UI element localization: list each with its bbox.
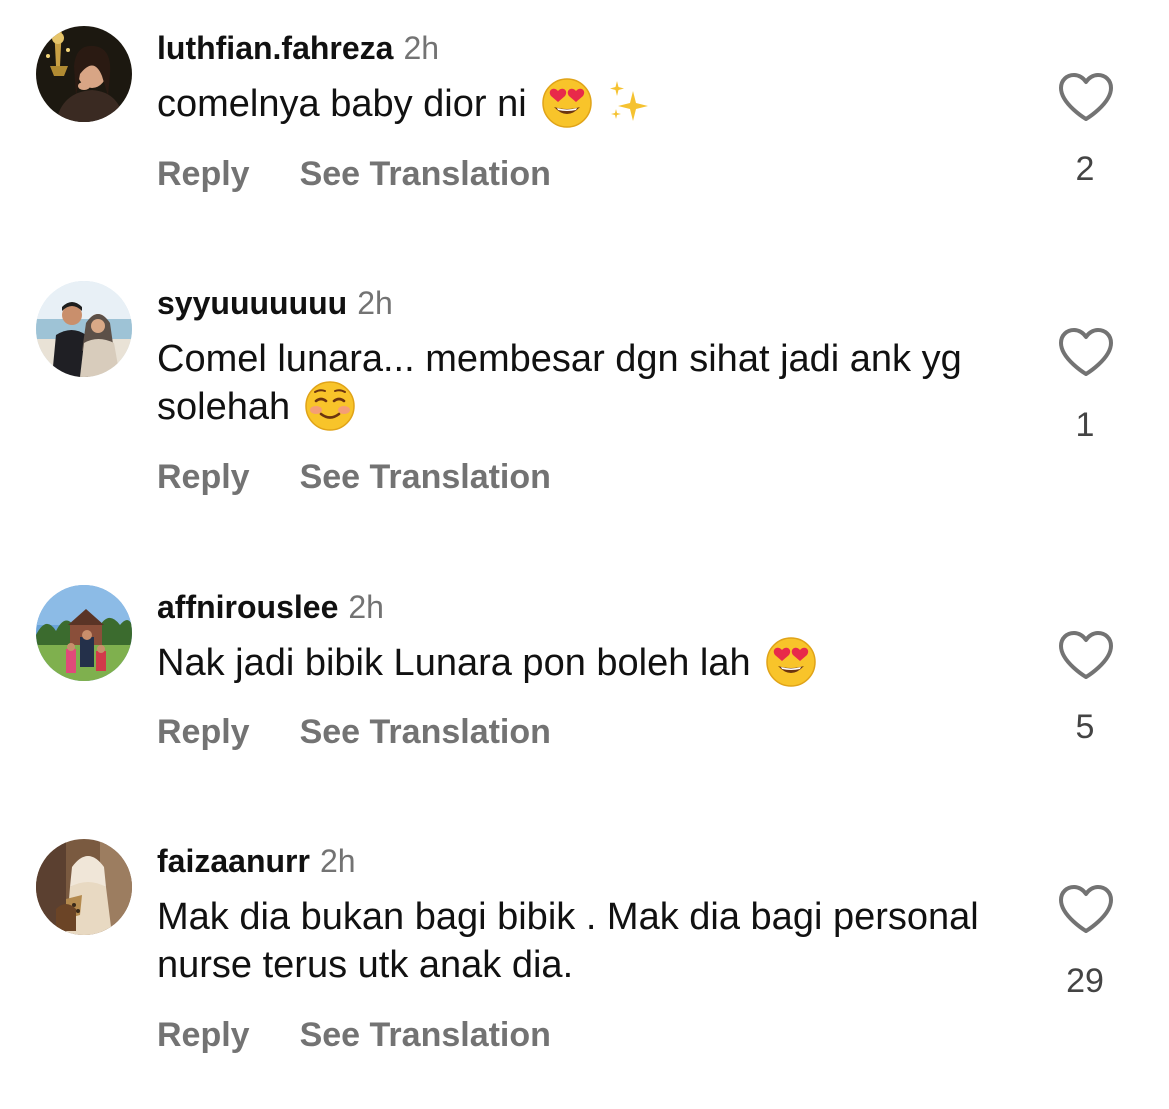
heart-outline-icon[interactable]: [1057, 630, 1115, 682]
heart-eyes-emoji: [541, 77, 593, 129]
username[interactable]: faizaanurr: [157, 843, 310, 879]
see-translation-button[interactable]: See Translation: [300, 155, 551, 193]
comment-actions: Reply See Translation: [157, 1015, 551, 1055]
comment-body: Mak dia bukan bagi bibik . Mak dia bagi …: [157, 896, 979, 986]
like-count: 29: [1066, 962, 1104, 1000]
comment-body: Comel lunara... membesar dgn sihat jadi …: [157, 338, 962, 429]
heart-outline-icon[interactable]: [1057, 884, 1115, 936]
like-count: 2: [1075, 150, 1095, 188]
comment-body: comelnya baby dior ni: [157, 83, 527, 126]
heart-outline-icon[interactable]: [1057, 327, 1115, 379]
comment-actions: Reply See Translation: [157, 457, 551, 497]
comment-header: syyuuuuuuu 2h: [157, 283, 393, 323]
timestamp: 2h: [403, 30, 440, 66]
comment-text: Mak dia bukan bagi bibik . Mak dia bagi …: [157, 893, 987, 989]
timestamp: 2h: [319, 843, 356, 879]
avatar[interactable]: [36, 839, 132, 935]
comment-text: Nak jadi bibik Lunara pon boleh lah: [157, 636, 987, 691]
reply-button[interactable]: Reply: [157, 1016, 250, 1054]
avatar[interactable]: [36, 585, 132, 681]
heart-eyes-emoji: [765, 636, 817, 688]
see-translation-button[interactable]: See Translation: [300, 1016, 551, 1054]
reply-button[interactable]: Reply: [157, 713, 250, 751]
see-translation-button[interactable]: See Translation: [300, 713, 551, 751]
heart-outline-icon[interactable]: [1057, 72, 1115, 124]
like-count: 5: [1075, 708, 1095, 746]
username[interactable]: affnirouslee: [157, 589, 338, 625]
avatar[interactable]: [36, 26, 132, 122]
timestamp: 2h: [348, 589, 384, 625]
comment-text: comelnya baby dior ni: [157, 77, 987, 132]
reply-button[interactable]: Reply: [157, 458, 250, 496]
comment-body: Nak jadi bibik Lunara pon boleh lah: [157, 642, 751, 685]
like-count: 1: [1075, 406, 1095, 444]
sparkles-emoji: [603, 77, 655, 129]
username[interactable]: syyuuuuuuu: [157, 285, 347, 321]
see-translation-button[interactable]: See Translation: [300, 458, 551, 496]
comment-actions: Reply See Translation: [157, 154, 551, 194]
comment-header: faizaanurr 2h: [157, 841, 356, 881]
avatar[interactable]: [36, 281, 132, 377]
reply-button[interactable]: Reply: [157, 155, 250, 193]
smiling-face-emoji: [304, 380, 356, 432]
comment-header: affnirouslee 2h: [157, 587, 384, 627]
timestamp: 2h: [357, 285, 393, 321]
username[interactable]: luthfian.fahreza: [157, 30, 393, 66]
comment-actions: Reply See Translation: [157, 712, 551, 752]
comment-header: luthfian.fahreza 2h: [157, 28, 439, 68]
comment-text: Comel lunara... membesar dgn sihat jadi …: [157, 335, 987, 435]
